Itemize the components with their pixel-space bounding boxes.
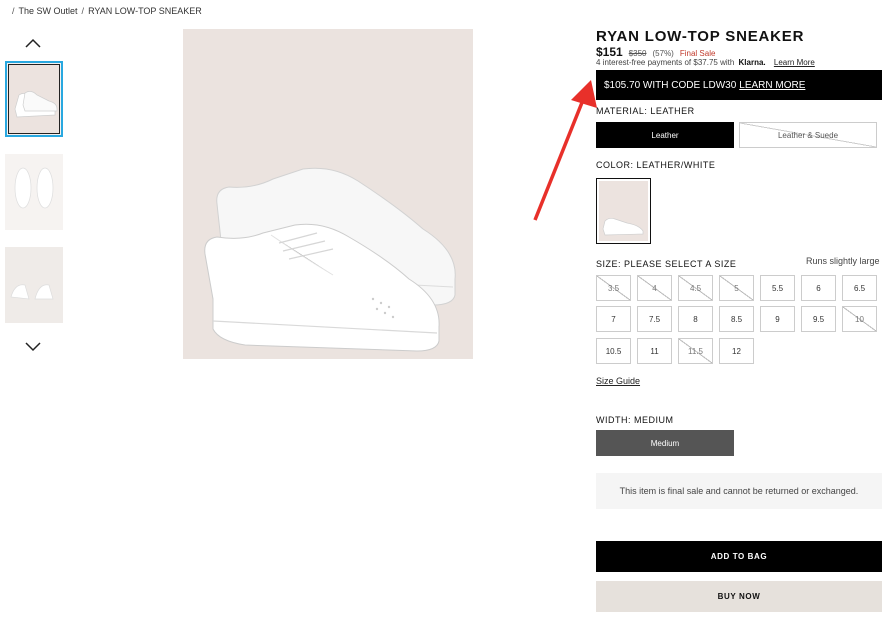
- klarna-learn-more-link[interactable]: Learn More: [774, 58, 815, 67]
- breadcrumb-current[interactable]: RYAN LOW-TOP SNEAKER: [88, 6, 202, 16]
- breadcrumb-outlet-link[interactable]: The SW Outlet: [19, 6, 78, 16]
- promo-text: $105.70 WITH CODE LDW30: [604, 79, 737, 91]
- color-label: COLOR: LEATHER/WHITE: [596, 160, 716, 170]
- size-option[interactable]: 9: [760, 306, 795, 332]
- size-option[interactable]: 6.5: [842, 275, 877, 301]
- product-title: RYAN LOW-TOP SNEAKER: [596, 28, 805, 45]
- promo-banner: $105.70 WITH CODE LDW30 LEARN MORE: [596, 70, 882, 100]
- size-option[interactable]: 5.5: [760, 275, 795, 301]
- fit-note: Runs slightly large: [806, 256, 880, 266]
- size-option[interactable]: 6: [801, 275, 836, 301]
- size-option[interactable]: 9.5: [801, 306, 836, 332]
- size-option[interactable]: 8: [678, 306, 713, 332]
- sneaker-pair-image: [204, 167, 456, 352]
- color-swatch-leather-white[interactable]: [596, 178, 651, 244]
- size-option[interactable]: 12: [719, 338, 754, 364]
- final-sale-label: Final Sale: [679, 49, 716, 58]
- material-option-leather[interactable]: Leather: [596, 122, 734, 148]
- size-option[interactable]: 11: [637, 338, 672, 364]
- size-guide-link[interactable]: Size Guide: [596, 376, 640, 386]
- chevron-down-icon[interactable]: [24, 340, 42, 354]
- sale-price: $151: [596, 45, 623, 59]
- add-to-bag-button[interactable]: ADD TO BAG: [596, 541, 882, 572]
- size-option[interactable]: 4.5: [678, 275, 713, 301]
- klarna-logo: Klarna.: [738, 58, 766, 67]
- sneaker-swatch-icon: [602, 217, 644, 236]
- klarna-row: 4 interest-free payments of $37.75 with …: [596, 58, 815, 67]
- width-option-medium[interactable]: Medium: [596, 430, 734, 456]
- size-option[interactable]: 10.5: [596, 338, 631, 364]
- sneaker-thumbnail-icon: [14, 91, 58, 118]
- annotation-arrow-icon: [533, 80, 597, 221]
- width-label: WIDTH: MEDIUM: [596, 415, 674, 425]
- size-option[interactable]: 11.5: [678, 338, 713, 364]
- sneaker-top-view-icon: [5, 154, 63, 230]
- color-swatch-image: [599, 181, 648, 241]
- breadcrumb-separator: /: [81, 6, 85, 16]
- original-price: $350: [628, 49, 647, 58]
- size-option[interactable]: 10: [842, 306, 877, 332]
- discount-percent: (57%): [652, 49, 674, 58]
- thumbnail-1[interactable]: [5, 61, 63, 137]
- material-label: MATERIAL: LEATHER: [596, 106, 695, 116]
- product-main-image: [183, 29, 473, 359]
- size-label: SIZE: PLEASE SELECT A SIZE: [596, 259, 737, 269]
- buy-now-button[interactable]: BUY NOW: [596, 581, 882, 612]
- material-option-leather-suede[interactable]: Leather & Suede: [739, 122, 877, 148]
- size-option[interactable]: 3.5: [596, 275, 631, 301]
- size-option[interactable]: 7.5: [637, 306, 672, 332]
- final-sale-notice: This item is final sale and cannot be re…: [596, 473, 882, 509]
- thumbnail-2[interactable]: [5, 154, 63, 230]
- size-option[interactable]: 5: [719, 275, 754, 301]
- thumbnail-3[interactable]: [5, 247, 63, 323]
- size-option[interactable]: 8.5: [719, 306, 754, 332]
- price-row: $151 $350 (57%) Final Sale: [596, 45, 715, 59]
- promo-learn-more-link[interactable]: LEARN MORE: [739, 80, 805, 91]
- size-option[interactable]: 4: [637, 275, 672, 301]
- size-option[interactable]: 7: [596, 306, 631, 332]
- breadcrumb: / The SW Outlet / RYAN LOW-TOP SNEAKER: [8, 6, 202, 16]
- chevron-up-icon[interactable]: [24, 36, 42, 50]
- breadcrumb-separator: /: [12, 6, 15, 16]
- klarna-text: 4 interest-free payments of $37.75 with: [596, 58, 735, 67]
- thumbnail-image: [8, 64, 60, 134]
- sneaker-back-view-icon: [5, 247, 63, 323]
